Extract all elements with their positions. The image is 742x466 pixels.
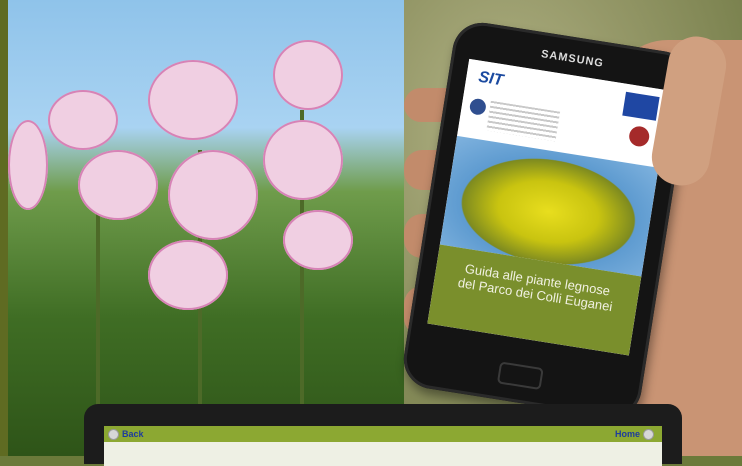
flower-photo <box>8 0 404 456</box>
laptop-screen: Back Home <box>104 426 662 466</box>
flower-cluster <box>168 150 258 240</box>
flower-cluster <box>148 240 228 310</box>
flower-cluster <box>148 60 238 140</box>
university-logo-text <box>486 100 561 142</box>
back-icon <box>108 428 119 440</box>
flower-cluster <box>283 210 353 270</box>
flower-cluster <box>273 40 343 110</box>
back-label: Back <box>122 429 144 439</box>
phone-home-button[interactable] <box>496 361 544 391</box>
app-navbar: Back Home <box>104 426 662 442</box>
flower-cluster <box>263 120 343 200</box>
laptop: Back Home <box>84 404 682 466</box>
home-button[interactable]: Home <box>615 428 654 440</box>
flower-cluster <box>78 150 158 220</box>
comunita-logo <box>627 124 651 148</box>
university-seal-icon <box>468 97 488 116</box>
sit-logo: SIT <box>477 68 505 90</box>
back-button[interactable]: Back <box>108 428 144 440</box>
home-label: Home <box>614 429 640 439</box>
phone-screen[interactable]: SIT Guida alle piante legnose del Parco … <box>427 58 671 356</box>
left-edge-strip <box>0 0 8 456</box>
flower-cluster <box>48 90 118 150</box>
eu-flag-logo <box>622 91 660 121</box>
home-icon <box>643 428 654 440</box>
flower-cluster <box>8 120 48 210</box>
